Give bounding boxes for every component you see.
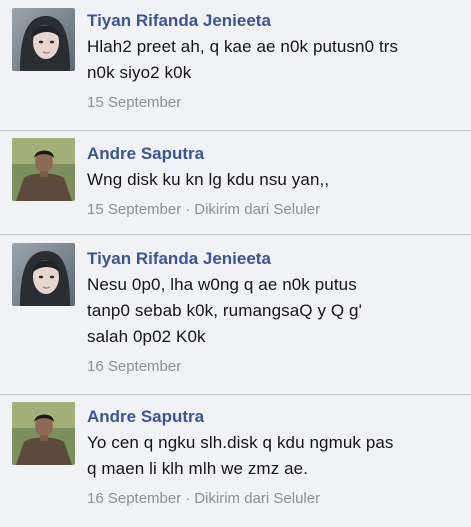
comment-meta: 15 September [87, 93, 465, 113]
comment-source: Dikirim dari Seluler [194, 201, 321, 218]
avatar[interactable] [12, 243, 75, 306]
meta-separator: · [185, 490, 191, 507]
comment-meta: 16 September · Dikirim dari Seluler [87, 489, 465, 509]
male-avatar-icon [12, 138, 75, 201]
comment-item: Andre Saputra Yo cen q ngku slh.disk q k… [0, 395, 471, 527]
comment-date[interactable]: 15 September [87, 94, 181, 111]
comment-text: Wng disk ku kn lg kdu nsu yan,, [87, 170, 330, 189]
avatar[interactable] [12, 402, 75, 465]
comment-item: Andre Saputra Wng disk ku kn lg kdu nsu … [0, 131, 471, 235]
comment-date[interactable]: 16 September [87, 358, 181, 375]
comment-author[interactable]: Andre Saputra [87, 406, 204, 428]
comment-author[interactable]: Tiyan Rifanda Jenieeta [87, 248, 271, 270]
comment-text: Yo cen q ngku slh.disk q kdu ngmuk pas q… [87, 433, 394, 478]
female-avatar-icon [12, 243, 75, 306]
comment-text: Hlah2 preet ah, q kae ae n0k putusn0 trs… [87, 37, 399, 82]
comment-text: Nesu 0p0, lha w0ng q ae n0k putus tanp0 … [87, 275, 362, 346]
avatar[interactable] [12, 138, 75, 201]
comment-meta: 16 September [87, 357, 465, 377]
comment-date[interactable]: 16 September [87, 490, 181, 507]
meta-separator: · [185, 201, 191, 218]
comment-feed: Tiyan Rifanda Jenieeta Hlah2 preet ah, q… [0, 0, 471, 527]
comment-meta: 15 September · Dikirim dari Seluler [87, 200, 465, 220]
male-avatar-icon [12, 402, 75, 465]
female-avatar-icon [12, 8, 75, 71]
comment-source: Dikirim dari Seluler [194, 490, 321, 507]
comment-author[interactable]: Tiyan Rifanda Jenieeta [87, 10, 271, 32]
comment-date[interactable]: 15 September [87, 201, 181, 218]
avatar[interactable] [12, 8, 75, 71]
comment-author[interactable]: Andre Saputra [87, 143, 204, 165]
comment-item: Tiyan Rifanda Jenieeta Hlah2 preet ah, q… [0, 0, 471, 131]
comment-item: Tiyan Rifanda Jenieeta Nesu 0p0, lha w0n… [0, 235, 471, 395]
